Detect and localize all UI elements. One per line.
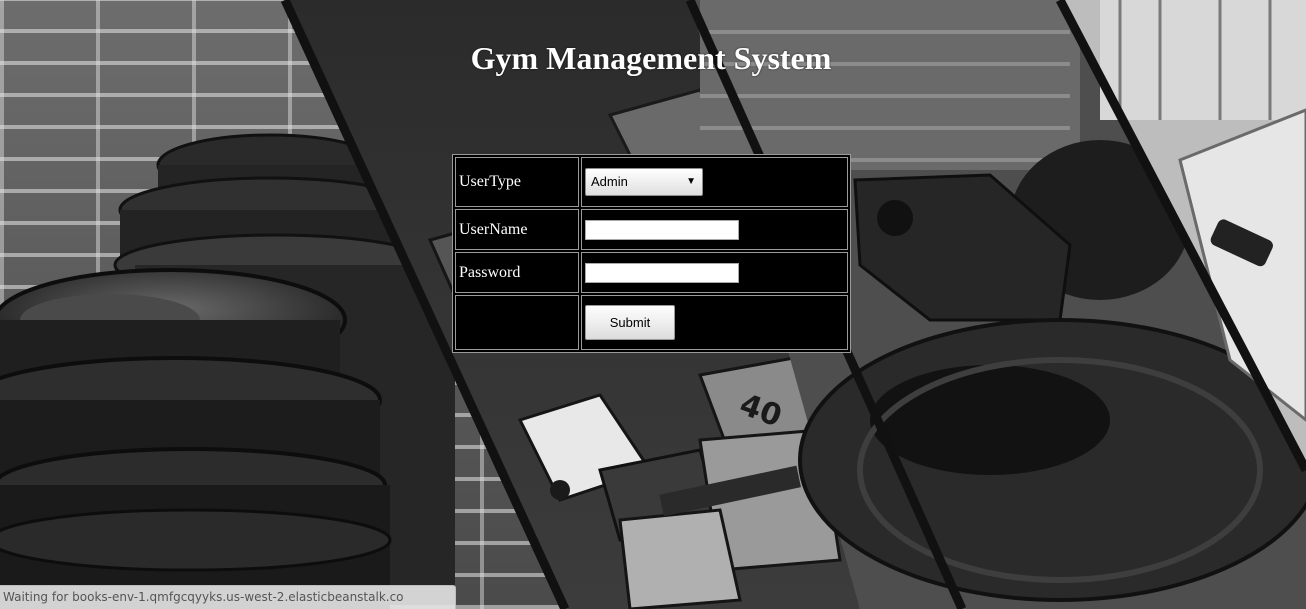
password-input[interactable] [585, 262, 739, 283]
login-form: UserType Admin ▼ UserName Password Submi… [452, 154, 851, 353]
usertype-select[interactable]: Admin ▼ [585, 168, 703, 196]
username-label: UserName [455, 209, 579, 250]
submit-cell: Submit [581, 295, 848, 350]
password-row: Password [455, 252, 848, 293]
dropdown-arrow-icon: ▼ [686, 176, 696, 187]
username-input[interactable] [585, 219, 739, 240]
page: 40 Gym Management System UserType Admin … [0, 0, 1306, 609]
password-cell [581, 252, 848, 293]
empty-cell [455, 295, 579, 350]
submit-button[interactable]: Submit [585, 305, 675, 340]
username-cell [581, 209, 848, 250]
usertype-row: UserType Admin ▼ [455, 157, 848, 207]
submit-row: Submit [455, 295, 848, 350]
username-row: UserName [455, 209, 848, 250]
usertype-label: UserType [455, 157, 579, 207]
browser-status-bar: Waiting for books-env-1.qmfgcqyyks.us-we… [0, 585, 456, 609]
page-title: Gym Management System [470, 40, 832, 76]
usertype-cell: Admin ▼ [581, 157, 848, 207]
password-label: Password [455, 252, 579, 293]
usertype-selected-value: Admin [591, 174, 628, 189]
